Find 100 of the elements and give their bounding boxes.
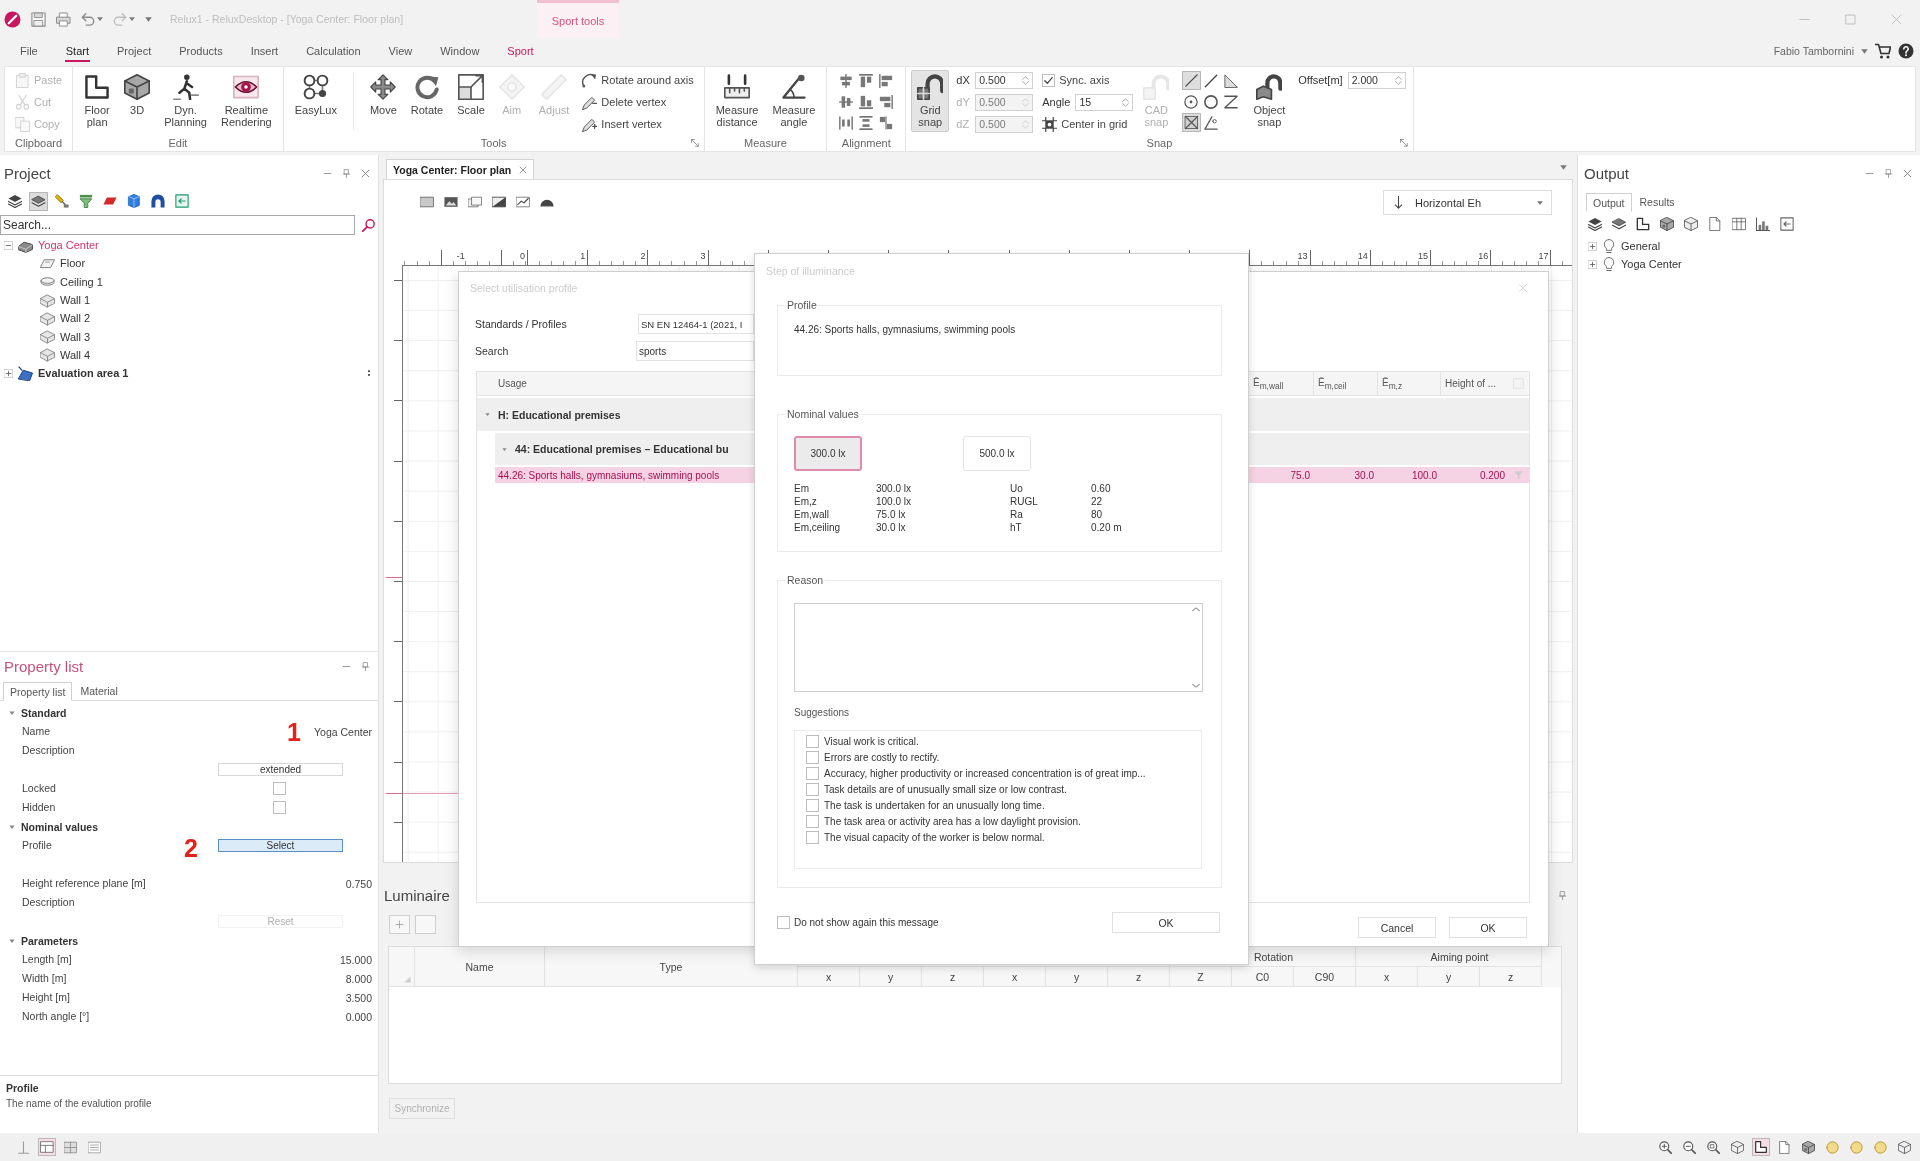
menu-tab[interactable]: Project — [115, 40, 153, 62]
tab[interactable]: Property list — [3, 682, 73, 701]
right-angle-icon[interactable] — [1224, 73, 1239, 88]
property-button[interactable]: extended — [218, 763, 343, 776]
rectangle-icon[interactable] — [420, 195, 434, 209]
checkbox-label[interactable]: Sync. axis — [1059, 74, 1110, 86]
expand-icon[interactable] — [1588, 241, 1597, 251]
line-chart-icon[interactable] — [516, 195, 530, 209]
number-field[interactable]: 2.000 — [1347, 71, 1406, 89]
diagonal-line-icon[interactable] — [1204, 73, 1219, 88]
ribbon-button[interactable]: Center in grid — [1042, 114, 1131, 134]
tree-item[interactable]: General — [1621, 240, 1661, 252]
checkbox[interactable] — [777, 916, 790, 929]
pin-icon[interactable] — [342, 168, 351, 178]
close-icon[interactable] — [361, 168, 370, 178]
column-header[interactable]: Ē$_{m,ceil}$ — [1318, 376, 1347, 391]
option-button[interactable]: 300.0 lx — [794, 436, 862, 471]
add-button[interactable] — [389, 914, 410, 934]
collapse-icon[interactable] — [4, 240, 13, 250]
checkbox[interactable] — [806, 814, 819, 828]
search-icon[interactable] — [362, 218, 375, 232]
ribbon-button[interactable]: 3D — [118, 70, 157, 132]
floor-plan-icon[interactable] — [1752, 1138, 1770, 1156]
number-field[interactable]: 15 — [1075, 93, 1134, 111]
checkbox[interactable] — [806, 766, 819, 780]
arch-icon[interactable] — [151, 194, 165, 208]
crossed-box-icon[interactable] — [1181, 113, 1201, 132]
caret-icon[interactable] — [485, 412, 490, 417]
zigzag-icon[interactable] — [1224, 94, 1239, 109]
floor-plan-icon[interactable] — [1636, 217, 1650, 231]
search-field[interactable]: sports — [636, 341, 754, 361]
undo-icon[interactable] — [81, 12, 95, 26]
layers-icon[interactable] — [29, 191, 48, 211]
cart-icon[interactable] — [1875, 43, 1891, 59]
alignment-icon[interactable] — [839, 115, 854, 130]
bar-chart-icon[interactable] — [1756, 217, 1770, 231]
lamp-icon[interactable] — [55, 194, 69, 208]
menu-tab[interactable]: View — [387, 40, 414, 62]
inverted-t-icon[interactable] — [17, 1140, 30, 1154]
column-header[interactable]: y — [1445, 970, 1452, 983]
menu-tab[interactable]: Insert — [249, 40, 280, 62]
column-header[interactable]: Height of ... — [1445, 378, 1497, 389]
column-header[interactable]: C90 — [1314, 970, 1335, 983]
alignment-icon[interactable] — [879, 94, 894, 109]
alignment-icon[interactable] — [839, 73, 854, 88]
logo-icon[interactable] — [4, 10, 21, 28]
tree-item[interactable]: Wall 1 — [60, 294, 91, 307]
checkbox[interactable] — [273, 782, 286, 795]
checkbox[interactable] — [806, 734, 819, 748]
column-header[interactable]: x — [825, 970, 832, 983]
ribbon-button[interactable]: EasyLux — [288, 70, 343, 132]
suggestion-text[interactable]: The task area or activity area has a low daylight provision. — [824, 815, 1081, 827]
ribbon-button[interactable]: Dyn. Planning — [158, 70, 213, 132]
menu-tab[interactable]: File — [19, 40, 39, 62]
user-name[interactable]: Fabio Tambornini — [1773, 45, 1854, 57]
list-view-icon[interactable] — [88, 1140, 101, 1154]
angle-icon[interactable] — [1204, 115, 1219, 130]
export-icon[interactable] — [1780, 217, 1794, 231]
dropdown-field[interactable]: SN EN 12464-1 (2021, I — [638, 314, 754, 334]
tree-item[interactable]: Wall 2 — [60, 312, 91, 325]
caret-icon[interactable] — [97, 16, 103, 22]
tree-item[interactable]: Wall 3 — [60, 330, 91, 343]
drag-handle-icon[interactable] — [366, 368, 372, 379]
cube-icon[interactable] — [1898, 1140, 1911, 1154]
column-header[interactable]: Name — [465, 960, 494, 973]
pin-icon[interactable] — [1558, 890, 1567, 900]
cube-icon[interactable] — [1802, 1140, 1815, 1154]
layers-icon[interactable] — [1588, 217, 1602, 231]
gradient-icon[interactable] — [492, 195, 506, 209]
zoom-in-icon[interactable] — [1659, 1140, 1672, 1154]
corner-arrow-icon[interactable] — [1399, 139, 1408, 147]
ribbon-button[interactable]: Measure distance — [709, 70, 765, 132]
suggestion-text[interactable]: Task details are of unusually small size or low contrast. — [824, 783, 1067, 795]
close-icon[interactable] — [519, 165, 528, 174]
expand-icon[interactable] — [1588, 259, 1597, 269]
number-field[interactable]: 0.500 — [975, 71, 1034, 89]
caret-icon[interactable] — [1861, 47, 1868, 55]
save-icon[interactable] — [31, 11, 46, 27]
checkbox-label[interactable]: Do not show again this message — [794, 917, 939, 928]
printer-icon[interactable] — [56, 11, 71, 27]
pin-icon[interactable] — [361, 661, 370, 671]
column-header[interactable]: z — [1507, 970, 1514, 983]
image-icon[interactable] — [444, 195, 458, 209]
export-icon[interactable] — [175, 194, 189, 208]
ribbon-button[interactable]: Move — [363, 70, 403, 132]
ribbon-button[interactable]: Grid snap — [911, 70, 950, 132]
column-header[interactable]: Type — [659, 960, 683, 973]
search-field[interactable]: Search... — [0, 215, 355, 235]
layers-icon[interactable] — [8, 194, 22, 208]
column-header[interactable]: z — [1135, 970, 1142, 983]
ribbon-button[interactable]: Scale — [451, 70, 491, 132]
zoom-out-icon[interactable] — [1683, 1140, 1696, 1154]
ribbon-button[interactable]: Insert vertex — [582, 114, 694, 134]
ribbon-button[interactable]: Floor plan — [78, 70, 117, 132]
column-header[interactable]: y — [887, 970, 894, 983]
menu-tab[interactable]: Sport — [506, 40, 535, 62]
checkbox[interactable] — [806, 750, 819, 764]
alignment-icon[interactable] — [879, 115, 894, 130]
column-header[interactable]: C0 — [1255, 970, 1270, 983]
alignment-icon[interactable] — [839, 94, 854, 109]
